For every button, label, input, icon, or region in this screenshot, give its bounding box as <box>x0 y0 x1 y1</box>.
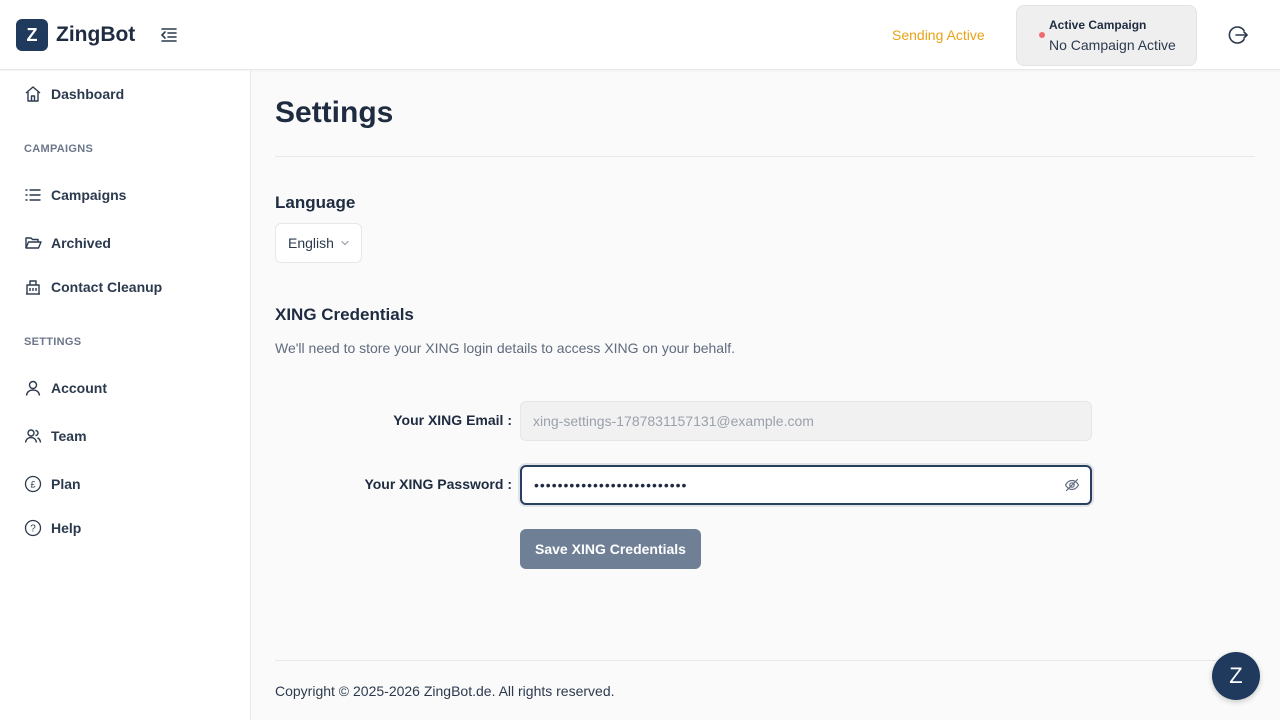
xing-password-field[interactable] <box>520 465 1092 505</box>
xing-password-label: Your XING Password : <box>364 476 512 492</box>
section-label-settings: SETTINGS <box>24 336 82 348</box>
language-section-title: Language <box>275 193 356 212</box>
list-icon <box>23 185 43 205</box>
sidebar-item-campaigns[interactable]: Campaigns <box>23 183 126 207</box>
xing-description: We'll need to store your XING login deta… <box>275 340 735 356</box>
xing-email-label: Your XING Email : <box>393 412 512 428</box>
sidebar-item-contact-cleanup[interactable]: Contact Cleanup <box>23 275 162 299</box>
users-icon <box>23 426 43 446</box>
section-label-campaigns: CAMPAIGNS <box>24 143 94 155</box>
active-campaign-box[interactable]: Active Campaign No Campaign Active <box>1016 5 1197 66</box>
copyright-text: Copyright © 2025-2026 ZingBot.de. All ri… <box>275 683 615 699</box>
page-title: Settings <box>275 96 394 129</box>
campaign-status-dot <box>1039 32 1045 38</box>
active-campaign-value: No Campaign Active <box>1049 37 1176 53</box>
sidebar-item-label: Archived <box>51 235 111 251</box>
footer-divider <box>275 660 1255 661</box>
logout-button[interactable] <box>1226 23 1250 47</box>
save-xing-credentials-button[interactable]: Save XING Credentials <box>520 529 701 569</box>
sidebar-collapse-icon <box>160 28 177 42</box>
logout-icon <box>1228 26 1248 44</box>
home-icon <box>23 84 43 104</box>
language-select[interactable]: English <box>275 223 362 263</box>
sidebar-item-account[interactable]: Account <box>23 376 107 400</box>
eye-off-icon <box>1064 478 1080 492</box>
sidebar-item-plan[interactable]: £ Plan <box>23 472 81 496</box>
chat-widget-button[interactable]: Z <box>1212 652 1260 700</box>
sidebar-item-label: Team <box>51 428 87 444</box>
sidebar-item-archived[interactable]: Archived <box>23 231 111 255</box>
sidebar-item-label: Help <box>51 520 82 536</box>
xing-email-field[interactable] <box>520 401 1092 441</box>
building-icon <box>23 277 43 297</box>
sidebar-item-label: Campaigns <box>51 187 127 203</box>
logo-badge: Z <box>16 19 48 51</box>
language-select-value: English <box>288 235 334 251</box>
sidebar-item-label: Contact Cleanup <box>51 279 163 295</box>
password-visibility-toggle[interactable] <box>1063 476 1081 494</box>
sidebar-collapse-button[interactable] <box>156 22 182 48</box>
top-header: Z ZingBot Sending Active Active Campaign… <box>0 0 1280 70</box>
user-icon <box>23 378 43 398</box>
sidebar: Dashboard CAMPAIGNS Campaigns Archived C… <box>0 71 251 720</box>
svg-text:£: £ <box>30 480 35 490</box>
sidebar-item-label: Account <box>51 380 107 396</box>
sidebar-item-label: Plan <box>51 476 81 492</box>
question-circle-icon: ? <box>23 518 43 538</box>
active-campaign-label: Active Campaign <box>1049 18 1147 32</box>
sending-status: Sending Active <box>892 27 985 43</box>
svg-text:?: ? <box>30 524 36 535</box>
sidebar-item-dashboard[interactable]: Dashboard <box>23 82 124 106</box>
pound-coin-icon: £ <box>23 474 43 494</box>
sidebar-item-label: Dashboard <box>51 86 125 102</box>
title-divider <box>275 156 1255 157</box>
sidebar-item-help[interactable]: ? Help <box>23 516 81 540</box>
folder-open-icon <box>23 233 43 253</box>
main-content: Settings Language English XING Credentia… <box>251 71 1280 720</box>
chevron-down-icon <box>341 240 349 246</box>
xing-section-title: XING Credentials <box>275 305 414 324</box>
sidebar-item-team[interactable]: Team <box>23 424 87 448</box>
app-name: ZingBot <box>56 23 136 46</box>
